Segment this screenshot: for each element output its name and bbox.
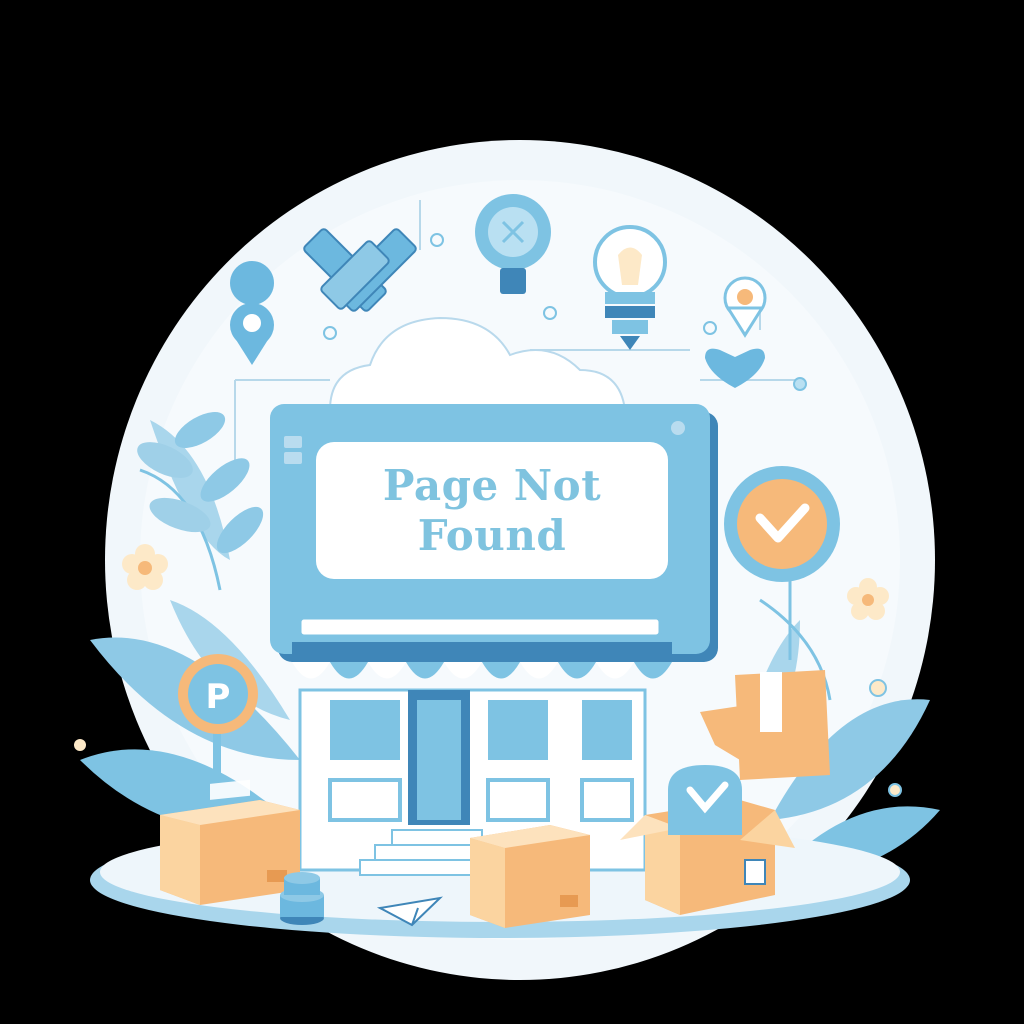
page-not-found-illustration: P Page Not Found [0,0,1024,1024]
error-message-panel: Page Not Found [316,442,668,579]
coin-stack-icon [280,872,324,925]
error-title-line-1: Page Not [382,460,602,510]
parking-sign-letter: P [206,677,231,717]
error-title-line-2: Found [417,510,567,560]
box-center [470,825,590,928]
checkmark-bubble-icon [668,765,742,835]
